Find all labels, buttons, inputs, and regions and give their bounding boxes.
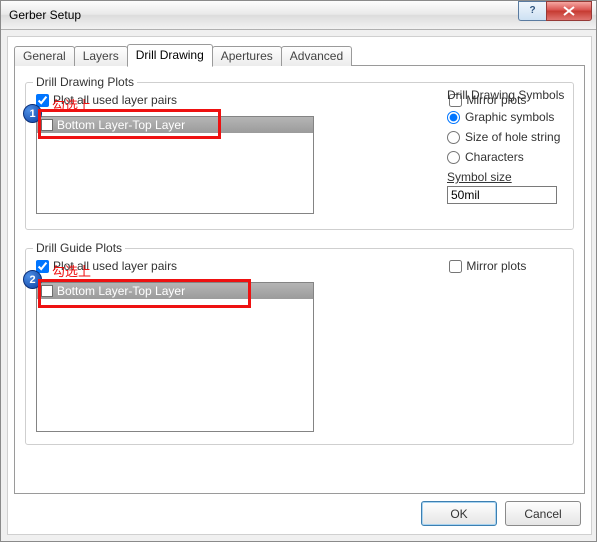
cancel-button[interactable]: Cancel — [505, 501, 581, 526]
help-button[interactable]: ? — [518, 1, 546, 21]
plot-all-drawing-label: Plot all used layer pairs — [53, 93, 177, 107]
ok-button[interactable]: OK — [421, 501, 497, 526]
checkbox-plot-all-drawing[interactable]: Plot all used layer pairs — [36, 93, 177, 107]
radio-chars-input[interactable] — [447, 151, 460, 164]
row-drawing-options: Plot all used layer pairs — [36, 93, 326, 107]
mirror-guide-label: Mirror plots — [466, 259, 526, 273]
radio-graphic-input[interactable] — [447, 111, 460, 124]
tab-strip: General Layers Drill Drawing Apertures A… — [14, 45, 585, 66]
radio-characters[interactable]: Characters — [447, 150, 565, 164]
radio-chars-label: Characters — [465, 150, 524, 164]
layer-item-drawing-checkbox[interactable] — [41, 119, 53, 131]
checkbox-mirror-guide[interactable]: Mirror plots — [449, 259, 526, 273]
titlebar: Gerber Setup ? — [1, 1, 596, 30]
radio-hole-label: Size of hole string — [465, 130, 560, 144]
tab-apertures[interactable]: Apertures — [212, 46, 282, 66]
fieldset-drill-guide-plots: Drill Guide Plots Plot all used layer pa… — [25, 248, 574, 445]
client-area: General Layers Drill Drawing Apertures A… — [7, 36, 592, 535]
tab-general[interactable]: General — [14, 46, 75, 66]
tab-layers[interactable]: Layers — [74, 46, 128, 66]
layer-item-drawing[interactable]: Bottom Layer-Top Layer — [37, 117, 313, 133]
radio-hole-size[interactable]: Size of hole string — [447, 130, 565, 144]
window-title: Gerber Setup — [9, 8, 81, 22]
dialog-window: Gerber Setup ? General Layers Drill Draw… — [0, 0, 597, 542]
radio-graphic-symbols[interactable]: Graphic symbols — [447, 110, 565, 124]
row-guide-options: Plot all used layer pairs — [36, 259, 326, 273]
layer-item-guide-checkbox[interactable] — [41, 285, 53, 297]
window-buttons: ? — [518, 1, 592, 21]
layer-item-guide[interactable]: Bottom Layer-Top Layer — [37, 283, 313, 299]
fieldset-drill-drawing-plots: Drill Drawing Plots Plot all used layer … — [25, 82, 574, 230]
symbol-size-input[interactable] — [447, 186, 557, 204]
legend-guide: Drill Guide Plots — [33, 241, 125, 255]
symbol-size-label: Symbol size — [447, 170, 565, 184]
layer-item-guide-label: Bottom Layer-Top Layer — [57, 284, 185, 298]
layer-list-drawing[interactable]: Bottom Layer-Top Layer — [36, 116, 314, 214]
tab-advanced[interactable]: Advanced — [281, 46, 352, 66]
close-icon — [563, 6, 575, 16]
close-button[interactable] — [546, 1, 592, 21]
plot-all-guide-label: Plot all used layer pairs — [53, 259, 177, 273]
tab-drill-drawing[interactable]: Drill Drawing — [127, 44, 213, 67]
symbols-heading: Drill Drawing Symbols — [447, 88, 565, 102]
radio-hole-input[interactable] — [447, 131, 460, 144]
layer-list-guide[interactable]: Bottom Layer-Top Layer — [36, 282, 314, 432]
checkbox-plot-all-guide[interactable]: Plot all used layer pairs — [36, 259, 177, 273]
mirror-guide-input[interactable] — [449, 260, 462, 273]
plot-all-drawing-input[interactable] — [36, 94, 49, 107]
radio-graphic-label: Graphic symbols — [465, 110, 554, 124]
tab-panel: Drill Drawing Plots Plot all used layer … — [14, 65, 585, 494]
legend-drawing: Drill Drawing Plots — [33, 75, 137, 89]
help-icon: ? — [529, 5, 535, 16]
button-bar: OK Cancel — [421, 501, 581, 526]
layer-item-drawing-label: Bottom Layer-Top Layer — [57, 118, 185, 132]
symbols-column: Drill Drawing Symbols Graphic symbols Si… — [447, 88, 565, 204]
plot-all-guide-input[interactable] — [36, 260, 49, 273]
